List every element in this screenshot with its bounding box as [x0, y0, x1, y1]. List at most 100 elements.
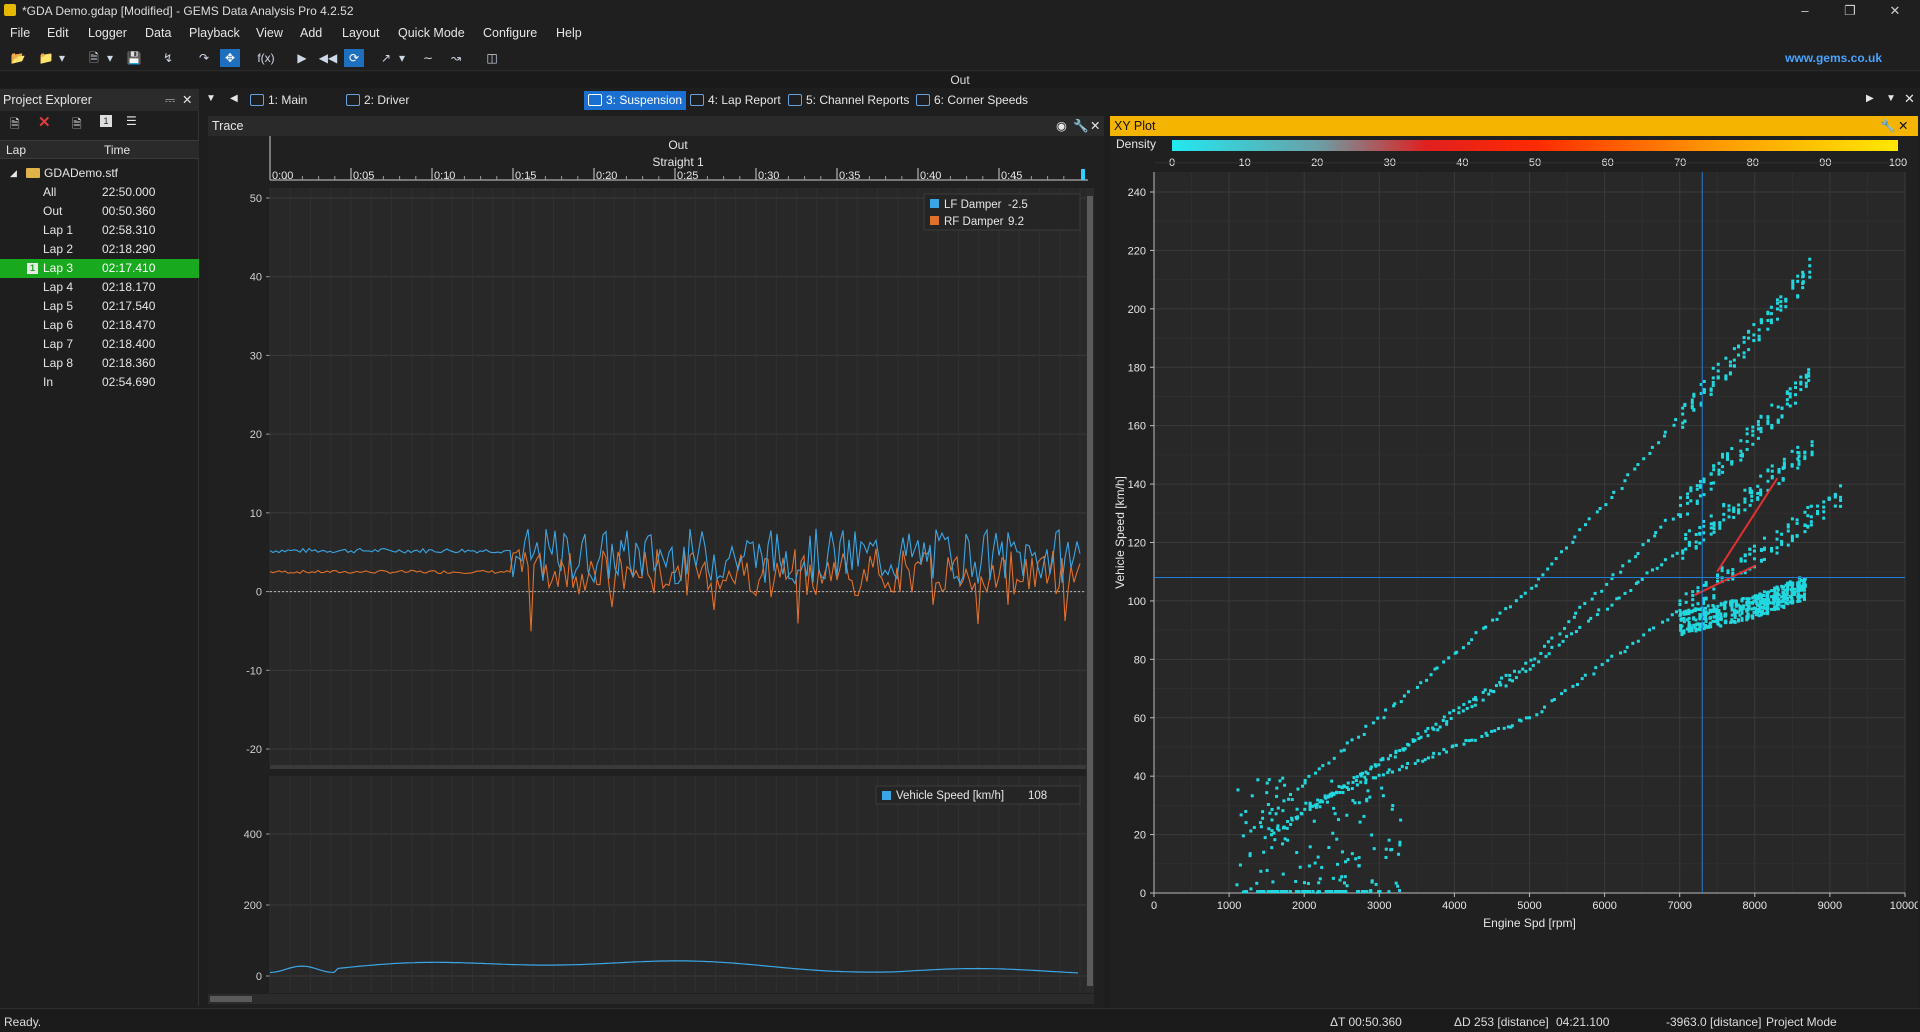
scatter-point [1661, 620, 1665, 624]
vertical-scroll-thumb[interactable] [1087, 196, 1093, 986]
lap-row[interactable]: Out 00:50.360 [0, 202, 199, 221]
scatter-point [1742, 351, 1746, 355]
lap-row[interactable]: Lap 1 02:58.310 [0, 221, 199, 240]
wrench-icon[interactable]: 🔧 [1880, 116, 1896, 136]
new-document-icon[interactable]: 🗎 [84, 49, 104, 67]
status-time: 04:21.100 [1556, 1015, 1610, 1029]
lap-row[interactable]: Lap 4 02:18.170 [0, 278, 199, 297]
new-item-icon[interactable]: 🗎 [10, 115, 20, 136]
scatter-point [1317, 881, 1321, 885]
trace-header: Trace ◉ 🔧 ✕ [208, 116, 1104, 136]
lap-row[interactable]: Lap 5 02:17.540 [0, 297, 199, 316]
menu-playback[interactable]: Playback [189, 26, 240, 40]
scatter-point [1704, 581, 1708, 585]
layers-icon[interactable]: ☰ [126, 114, 137, 128]
scatter-point [1558, 632, 1562, 636]
lap-row[interactable]: Lap 6 02:18.470 [0, 316, 199, 335]
close-icon[interactable]: ✕ [1090, 116, 1100, 136]
lap-row[interactable]: In 02:54.690 [0, 373, 199, 392]
pin-icon[interactable]: ⎓ [165, 89, 175, 111]
scatter-point [1523, 591, 1527, 595]
loop-icon[interactable]: ⟳ [344, 49, 364, 67]
play-icon[interactable]: ▶ [292, 49, 312, 67]
scatter-point [1759, 415, 1763, 419]
collapse-icon[interactable]: ◢ [10, 164, 17, 183]
chevron-down-icon[interactable]: ▾ [104, 49, 116, 67]
minimize-icon[interactable]: – [1790, 2, 1820, 20]
tab-suspension[interactable]: 3: Suspension [584, 91, 687, 110]
palette-icon[interactable]: ◉ [1056, 116, 1067, 136]
horizontal-scroll-thumb[interactable] [210, 996, 252, 1002]
tab-main[interactable]: 1: Main [246, 91, 311, 110]
scatter-point [1288, 792, 1292, 796]
column-lap[interactable]: Lap [6, 143, 26, 157]
scatter-point [1782, 457, 1786, 461]
tab-scroll-left-icon[interactable]: ◀ [230, 93, 238, 104]
lap-row[interactable]: All 22:50.000 [0, 183, 199, 202]
horizontal-scrollbar[interactable] [208, 994, 1094, 1004]
scatter-point [1447, 656, 1451, 660]
plot-splitter[interactable] [270, 765, 1086, 769]
close-icon[interactable]: ✕ [1898, 116, 1908, 136]
wrench-icon[interactable]: 🔧 [1073, 116, 1089, 136]
lap-row[interactable]: Lap 7 02:18.400 [0, 335, 199, 354]
menu-quick-mode[interactable]: Quick Mode [398, 26, 465, 40]
scatter-point [1777, 597, 1781, 601]
lap-row[interactable]: 1 Lap 3 02:17.410 [0, 259, 199, 278]
tree-root[interactable]: ◢ GDADemo.stf [0, 164, 199, 183]
menu-help[interactable]: Help [556, 26, 582, 40]
chevron-down-icon[interactable]: ▾ [396, 49, 408, 67]
cursor-icon[interactable]: ↷ [194, 49, 214, 67]
lap-row[interactable]: Lap 2 02:18.290 [0, 240, 199, 259]
scatter-point [1350, 738, 1354, 742]
trace-style-icon[interactable]: ↗ [376, 49, 396, 67]
tab-dropdown-icon[interactable]: ▼ [1886, 93, 1896, 104]
scatter-point [1646, 539, 1650, 543]
menu-layout[interactable]: Layout [342, 26, 380, 40]
scatter-point [1345, 813, 1349, 817]
lap-row[interactable]: Lap 8 02:18.360 [0, 354, 199, 373]
open-folder-icon[interactable]: 📂 [8, 49, 28, 67]
menu-view[interactable]: View [256, 26, 283, 40]
smooth-icon[interactable]: ∼ [418, 49, 438, 67]
document-icon[interactable]: 🗎 [72, 115, 82, 136]
function-button[interactable]: f(x) [254, 49, 278, 67]
menu-data[interactable]: Data [145, 26, 171, 40]
close-tab-icon[interactable]: ✕ [1904, 91, 1915, 107]
scatter-point [1810, 440, 1814, 444]
scatter-point [1779, 304, 1783, 308]
tab-channel-reports[interactable]: 5: Channel Reports [784, 91, 913, 110]
menu-edit[interactable]: Edit [47, 26, 69, 40]
upper-plot-area [270, 188, 1086, 765]
menu-file[interactable]: File [10, 26, 30, 40]
tab-lap-report[interactable]: 4: Lap Report [686, 91, 785, 110]
menu-logger[interactable]: Logger [88, 26, 127, 40]
chevron-down-icon[interactable]: ▾ [56, 49, 68, 67]
rewind-icon[interactable]: ◀◀ [318, 49, 338, 67]
tab-list-icon[interactable]: ▼ [206, 93, 216, 104]
menu-configure[interactable]: Configure [483, 26, 537, 40]
tab-corner-speeds[interactable]: 6: Corner Speeds [912, 91, 1032, 110]
scatter-point [1533, 657, 1537, 661]
close-icon[interactable]: ✕ [182, 89, 192, 111]
delete-icon[interactable]: ✕ [38, 113, 51, 131]
tab-scroll-right-icon[interactable]: ▶ [1866, 93, 1874, 104]
website-link[interactable]: www.gems.co.uk [1785, 51, 1882, 65]
scatter-point [1620, 487, 1624, 491]
import-icon[interactable]: ↯ [158, 49, 178, 67]
scatter-point [1350, 852, 1354, 856]
xy-chart[interactable]: Density0 10 20 30 40 50 60 70 80 90 1000 1000 2000 30… [1110, 136, 1918, 1009]
tab-driver[interactable]: 2: Driver [342, 91, 413, 110]
overlay-icon[interactable]: ↝ [446, 49, 466, 67]
column-time[interactable]: Time [104, 143, 130, 157]
trace-chart[interactable]: Out Straight 1 0:00 0:05 0:10 0:15 0:20 0:25 0:3… [208, 136, 1104, 1009]
menu-add[interactable]: Add [300, 26, 322, 40]
close-icon[interactable]: ✕ [1880, 2, 1910, 20]
window-icon[interactable]: ◫ [482, 49, 502, 67]
save-icon[interactable]: 💾 [124, 49, 144, 67]
scatter-point [1775, 586, 1779, 590]
open-project-icon[interactable]: 📁 [36, 49, 56, 67]
restore-icon[interactable]: ❐ [1835, 2, 1865, 20]
pan-icon[interactable]: ✥ [220, 49, 240, 67]
reference-icon[interactable]: 1 [100, 115, 112, 127]
